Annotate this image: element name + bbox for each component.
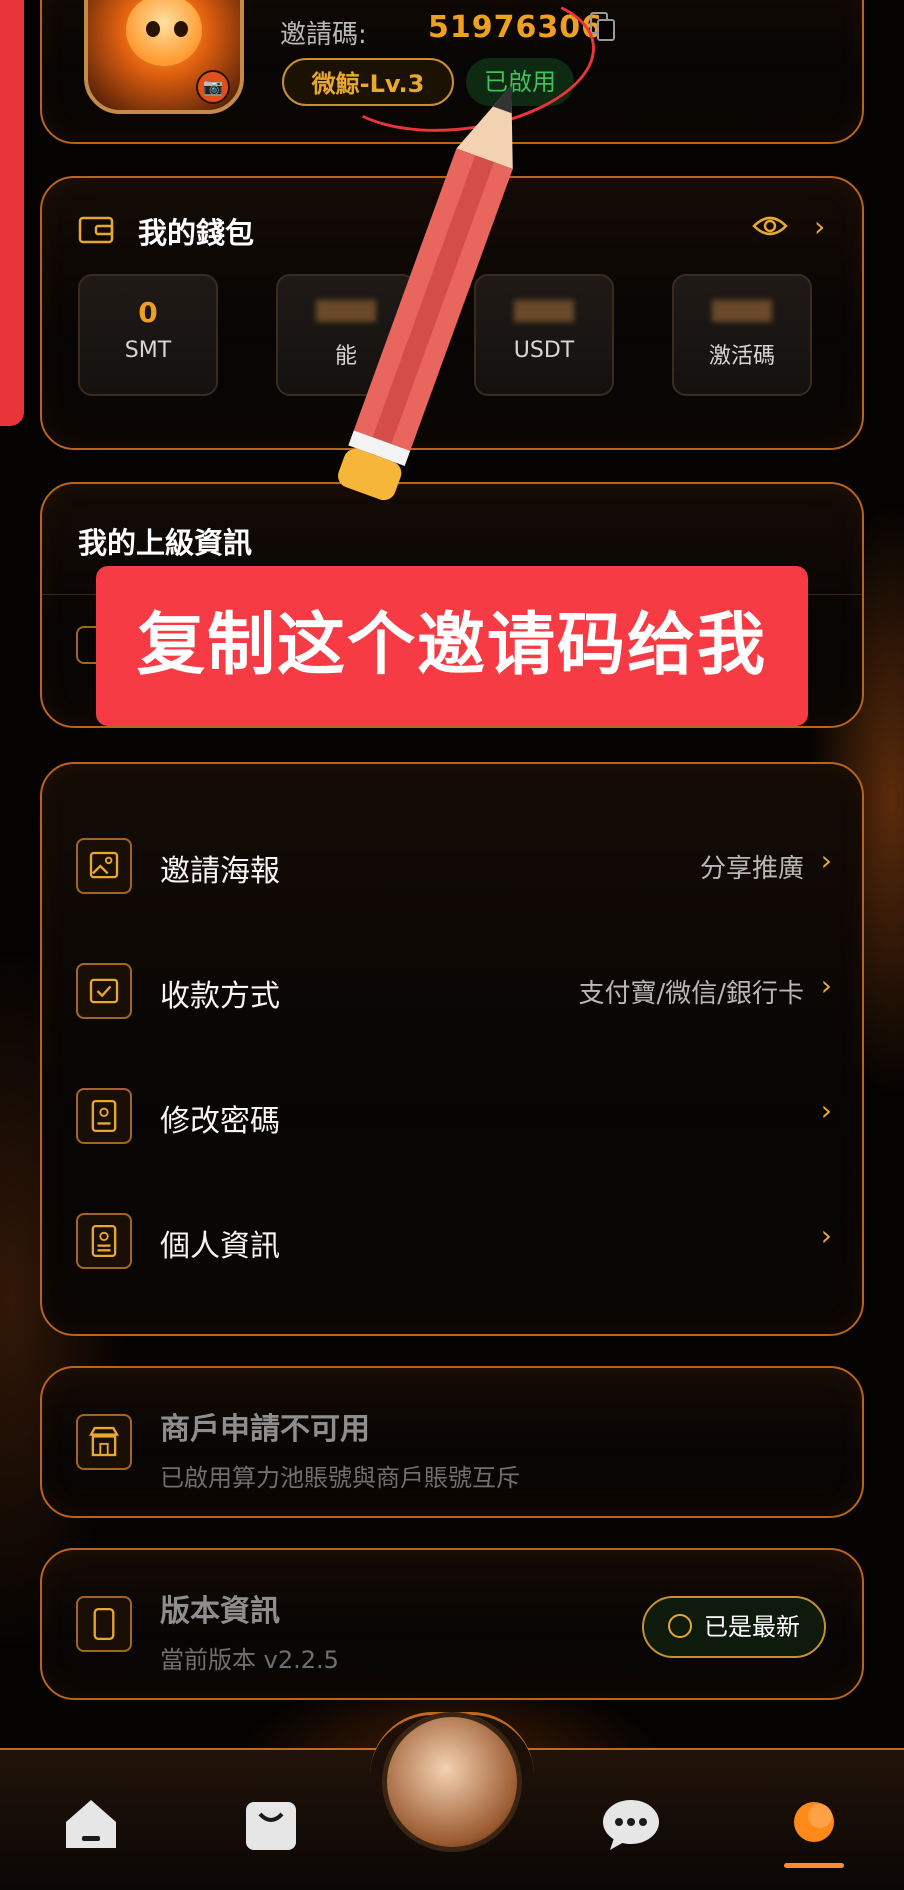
pencil-icon bbox=[338, 85, 513, 501]
chevron-right-icon: › bbox=[820, 1219, 832, 1252]
version-info-card: 版本資訊 當前版本 v2.2.5 已是最新 bbox=[40, 1548, 864, 1700]
superior-info-title: 我的上級資訊 bbox=[78, 526, 253, 560]
asset-tile-activation-code[interactable]: 激活碼 bbox=[672, 274, 812, 396]
merchant-apply-card: 商戶申請不可用 已啟用算力池賬號與商戶賬號互斥 bbox=[40, 1366, 864, 1518]
mascot-eye-right bbox=[174, 21, 188, 37]
asset-tile-smt[interactable]: 0 SMT bbox=[78, 274, 218, 396]
merchant-desc: 已啟用算力池賬號與商戶賬號互斥 bbox=[160, 1464, 520, 1492]
check-circle-icon bbox=[668, 1614, 692, 1638]
menu-value: 分享推廣 bbox=[699, 854, 804, 884]
profile-document-icon bbox=[76, 1213, 132, 1269]
asset-name: 激活碼 bbox=[708, 344, 775, 369]
payment-card-icon bbox=[76, 963, 132, 1019]
chevron-right-icon: › bbox=[820, 1094, 832, 1127]
chevron-right-icon: › bbox=[820, 969, 832, 1002]
eye-icon[interactable] bbox=[752, 214, 788, 238]
shopping-bag-icon[interactable] bbox=[240, 1796, 302, 1852]
asset-value: 0 bbox=[138, 296, 158, 329]
side-red-tab[interactable] bbox=[0, 0, 24, 426]
camera-icon[interactable]: 📷 bbox=[196, 70, 230, 104]
phone-icon bbox=[76, 1596, 132, 1652]
wallet-icon bbox=[78, 216, 114, 244]
asset-name: SMT bbox=[124, 338, 172, 363]
merchant-title: 商戶申請不可用 bbox=[160, 1412, 370, 1447]
menu-label: 個人資訊 bbox=[160, 1229, 280, 1264]
menu-label: 邀請海報 bbox=[160, 854, 280, 889]
menu-label: 修改密碼 bbox=[160, 1104, 280, 1139]
chevron-right-icon: › bbox=[820, 844, 832, 877]
menu-item-personal-info[interactable]: 個人資訊 › bbox=[42, 1191, 862, 1291]
wallet-chevron-icon[interactable]: › bbox=[814, 210, 825, 243]
mascot-eye-left bbox=[146, 21, 160, 37]
version-desc: 當前版本 v2.2.5 bbox=[160, 1646, 339, 1674]
store-icon bbox=[76, 1414, 132, 1470]
up-to-date-button[interactable]: 已是最新 bbox=[642, 1596, 826, 1658]
chat-icon[interactable] bbox=[600, 1796, 662, 1852]
menu-item-invite-poster[interactable]: 邀請海報 分享推廣 › bbox=[42, 816, 862, 916]
version-title: 版本資訊 bbox=[160, 1594, 280, 1629]
home-icon[interactable] bbox=[60, 1796, 122, 1852]
menu-label: 收款方式 bbox=[160, 979, 280, 1014]
profile-tab-icon[interactable] bbox=[784, 1796, 846, 1852]
asset-value-masked bbox=[674, 296, 810, 330]
menu-item-payment-method[interactable]: 收款方式 支付寶/微信/銀行卡 › bbox=[42, 941, 862, 1041]
annotation-banner: 复制这个邀请码给我 bbox=[96, 566, 808, 726]
poster-icon bbox=[76, 838, 132, 894]
up-to-date-label: 已是最新 bbox=[704, 1613, 800, 1641]
mascot-face bbox=[126, 0, 202, 66]
document-user-icon bbox=[76, 1088, 132, 1144]
copy-icon[interactable] bbox=[590, 12, 616, 42]
wallet-title: 我的錢包 bbox=[138, 216, 255, 250]
whale-center-button[interactable] bbox=[382, 1712, 522, 1852]
menu-item-change-password[interactable]: 修改密碼 › bbox=[42, 1066, 862, 1166]
active-tab-indicator bbox=[784, 1863, 844, 1868]
menu-value: 支付寶/微信/銀行卡 bbox=[578, 979, 804, 1009]
settings-menu-card: 邀請海報 分享推廣 › 收款方式 支付寶/微信/銀行卡 › 修改密碼 › 個人資… bbox=[40, 762, 864, 1336]
